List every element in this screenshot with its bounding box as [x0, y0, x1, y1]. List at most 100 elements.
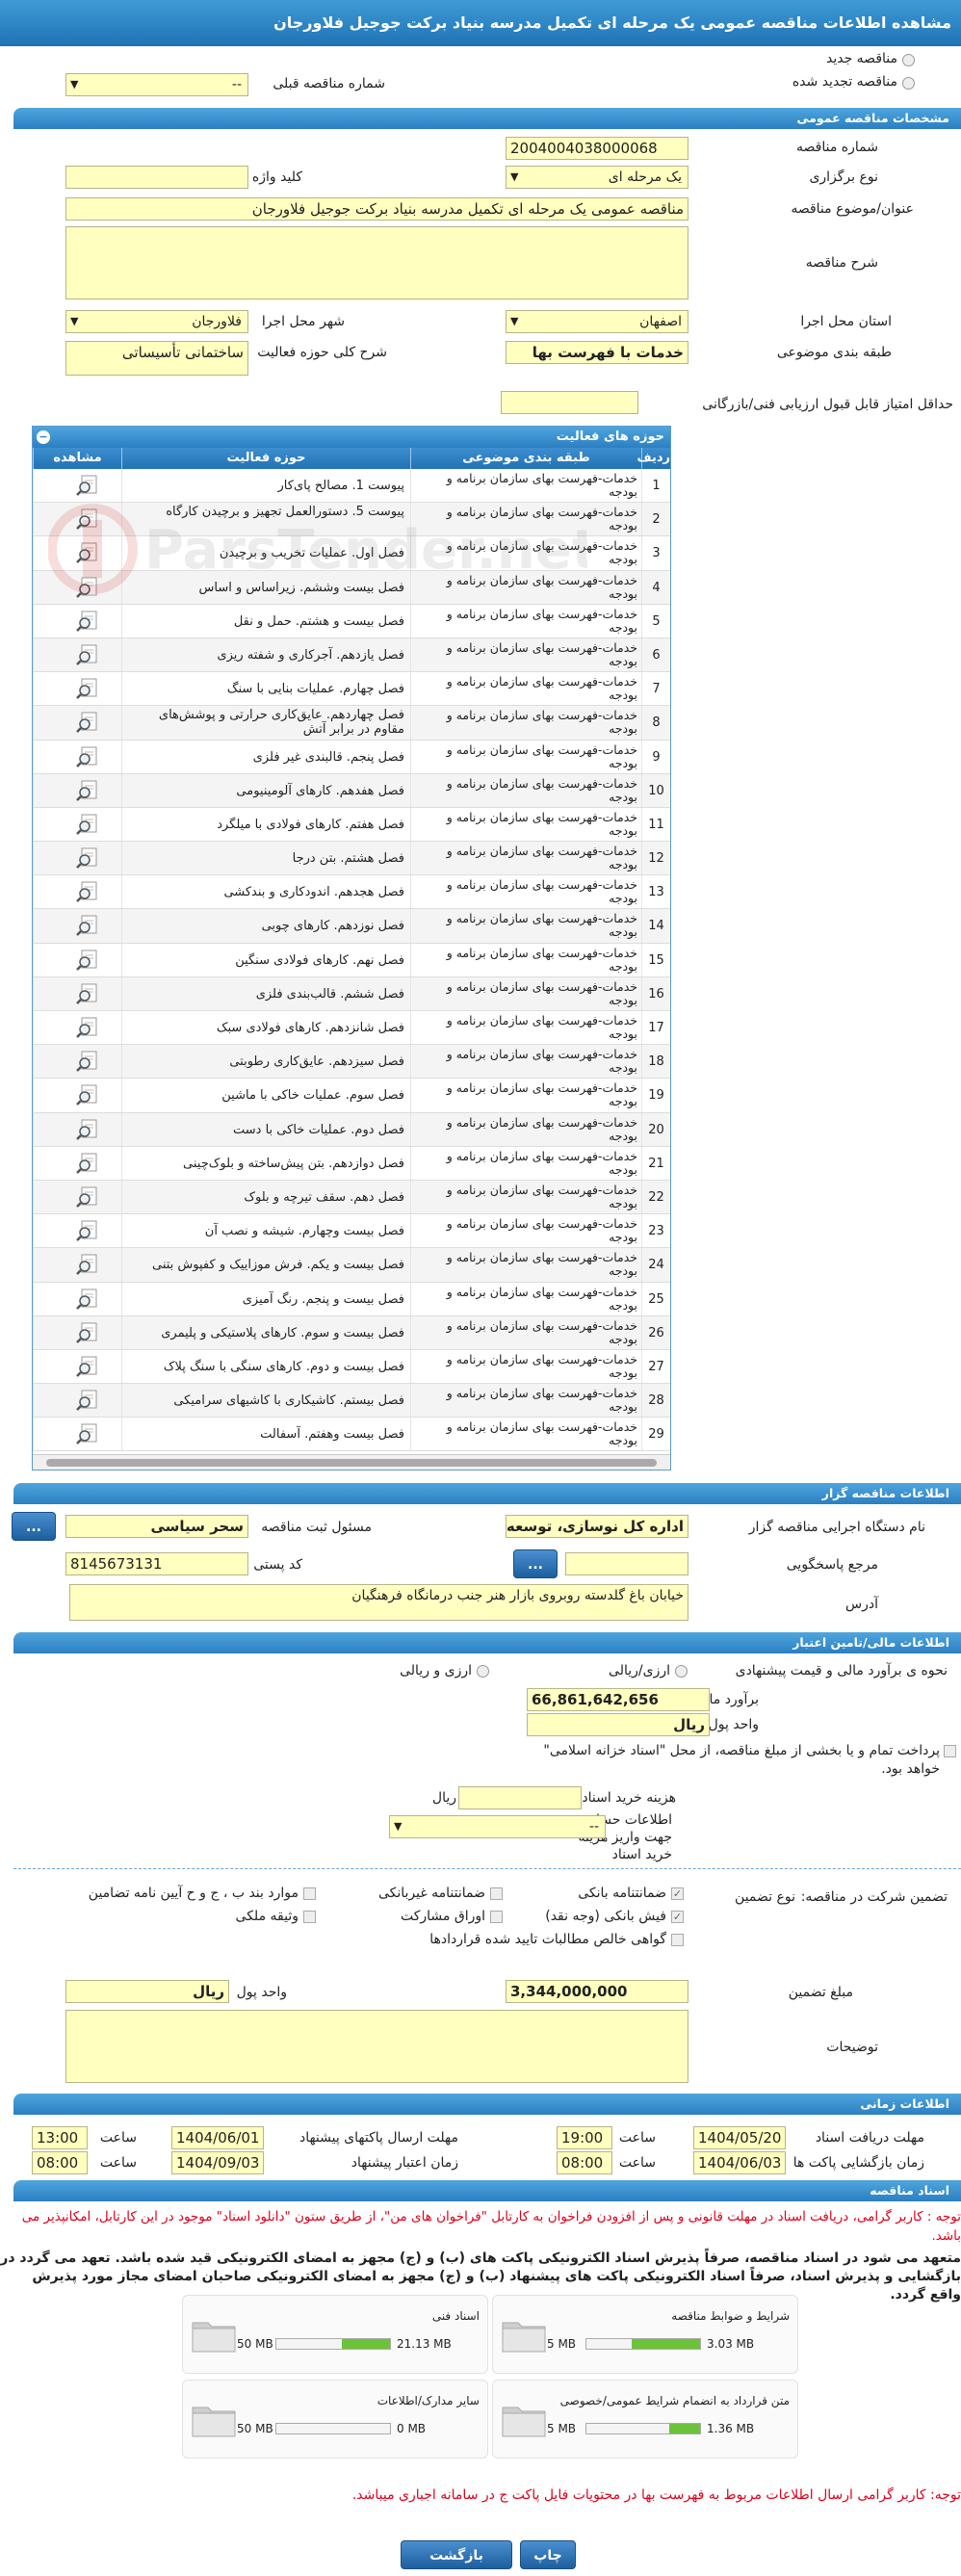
row-view-cell	[33, 740, 121, 773]
row-activity: فصل چهارم. عملیات بنایی با سنگ	[121, 672, 410, 706]
rial-option-label: ارزی/ریالی	[609, 1663, 670, 1678]
view-magnifier-icon[interactable]	[76, 678, 99, 700]
view-magnifier-icon[interactable]	[76, 950, 99, 971]
view-magnifier-icon[interactable]	[76, 1322, 99, 1343]
tender-title-field[interactable]: مناقصه عمومی یک مرحله ای تکمیل مدرسه بنی…	[65, 197, 688, 221]
view-magnifier-icon[interactable]	[76, 1084, 99, 1106]
view-magnifier-icon[interactable]	[76, 611, 99, 632]
view-magnifier-icon[interactable]	[76, 1254, 99, 1276]
document-progress-bar	[275, 2423, 391, 2434]
response-ref-more-button[interactable]: ...	[513, 1549, 558, 1578]
nonbank-guarantee-checkbox[interactable]	[490, 1887, 503, 1900]
cash-receipt-checkbox[interactable]: ✓	[671, 1911, 684, 1923]
fx-rial-radio[interactable]	[477, 1665, 489, 1678]
estimate-field[interactable]: 66,861,642,656	[527, 1688, 710, 1711]
row-category: خدمات-فهرست بهای سازمان برنامه و بودجه	[410, 1011, 641, 1045]
postal-code-field[interactable]: 8145673131	[65, 1552, 248, 1575]
prev-number-select[interactable]: -- ▼	[65, 73, 248, 96]
province-label: استان محل اجرا	[800, 314, 892, 329]
opening-time[interactable]: 08:00	[557, 2151, 612, 2174]
document-file-box[interactable]: متن قرارداد به انضمام شرایط عمومی/خصوصی 5…	[492, 2380, 798, 2459]
new-tender-label: مناقصه جدید	[825, 51, 897, 66]
view-magnifier-icon[interactable]	[76, 780, 99, 801]
table-row: 22 خدمات-فهرست بهای سازمان برنامه و بودجه…	[33, 1180, 670, 1215]
view-magnifier-icon[interactable]	[76, 1220, 99, 1242]
view-magnifier-icon[interactable]	[76, 847, 99, 869]
view-magnifier-icon[interactable]	[76, 644, 99, 665]
view-magnifier-icon[interactable]	[76, 881, 99, 903]
table-row: 5 خدمات-فهرست بهای سازمان برنامه و بودجه ف…	[33, 604, 670, 638]
province-select[interactable]: اصفهان ▼	[506, 310, 688, 333]
row-activity: فصل چهاردهم. عایق‌کاری حرارتی و پوشش‌های…	[121, 706, 410, 740]
min-score-field[interactable]	[501, 391, 638, 414]
currency-field[interactable]: ریال	[527, 1713, 710, 1736]
receivables-certificate-checkbox[interactable]	[671, 1934, 684, 1946]
renewed-tender-radio[interactable]	[902, 77, 915, 90]
tender-type-select[interactable]: یک مرحله ای ▼	[506, 166, 688, 189]
guarantee-currency-field[interactable]: ریال	[65, 1980, 229, 2003]
officer-more-button[interactable]: ...	[12, 1512, 56, 1541]
print-button[interactable]: چاپ	[520, 2540, 576, 2569]
view-magnifier-icon[interactable]	[76, 1390, 99, 1411]
treasury-checkbox[interactable]	[944, 1745, 956, 1757]
view-magnifier-icon[interactable]	[76, 1288, 99, 1310]
view-magnifier-icon[interactable]	[76, 1051, 99, 1073]
validity-time[interactable]: 08:00	[32, 2151, 88, 2174]
collapse-icon[interactable]: −	[37, 430, 50, 444]
view-magnifier-icon[interactable]	[76, 1153, 99, 1174]
guarantee-notes-field[interactable]	[65, 2010, 688, 2083]
tender-number-field[interactable]: 2004004038000068	[506, 137, 688, 160]
doc-fee-field[interactable]	[458, 1786, 582, 1809]
scope-field[interactable]: ساختمانی تأسیساتی	[65, 341, 248, 376]
document-file-box[interactable]: اسناد فنی 50 MB 21.13 MB	[182, 2295, 488, 2374]
document-file-box[interactable]: سایر مدارک/اطلاعات 50 MB 0 MB	[182, 2380, 488, 2459]
view-magnifier-icon[interactable]	[76, 915, 99, 937]
opening-date[interactable]: 1404/06/03	[693, 2151, 786, 2174]
receive-deadline-time[interactable]: 19:00	[557, 2126, 612, 2149]
document-file-size: 21.13 MB	[397, 2337, 452, 2351]
officer-field[interactable]: سحر سیاسی	[65, 1515, 248, 1538]
view-magnifier-icon[interactable]	[76, 1017, 99, 1038]
row-category: خدمات-فهرست بهای سازمان برنامه و بودجه	[410, 1214, 641, 1248]
property-collateral-checkbox[interactable]	[303, 1911, 316, 1923]
view-magnifier-icon[interactable]	[76, 746, 99, 768]
view-magnifier-icon[interactable]	[76, 1119, 99, 1140]
regulation-items-label: موارد بند ب ، ج و ح آیین نامه تضامین	[88, 1886, 299, 1901]
send-deadline-date[interactable]: 1404/06/01	[171, 2126, 264, 2149]
back-button[interactable]: بازگشت	[401, 2540, 512, 2569]
validity-date[interactable]: 1404/09/03	[171, 2151, 264, 2174]
row-number: 28	[641, 1384, 670, 1418]
receive-deadline-date[interactable]: 1404/05/20	[693, 2126, 786, 2149]
document-file-box[interactable]: شرایط و ضوابط مناقصه 5 MB 3.03 MB	[492, 2295, 798, 2374]
city-select[interactable]: فلاورجان ▼	[65, 310, 248, 333]
row-number: 20	[641, 1112, 670, 1146]
view-magnifier-icon[interactable]	[76, 814, 99, 835]
horizontal-scrollbar[interactable]	[33, 1454, 670, 1470]
description-field[interactable]	[65, 226, 688, 299]
row-view-cell	[33, 773, 121, 807]
folder-icon	[502, 2322, 546, 2353]
guarantee-label: تضمین شرکت در مناقصه:	[800, 1889, 948, 1905]
category-field[interactable]: خدمات با فهرست بها	[506, 341, 688, 364]
row-view-cell	[33, 637, 121, 672]
agency-field[interactable]: اداره کل نوسازی، توسعه و	[506, 1515, 688, 1538]
guarantee-amount-field[interactable]: 3,344,000,000	[506, 1980, 688, 2003]
view-magnifier-icon[interactable]	[76, 1186, 99, 1208]
address-field[interactable]: خیابان باغ گلدسته روبروی بازار هنر جنب د…	[69, 1584, 688, 1621]
row-activity: فصل دهم. سقف تیرچه و بلوک	[121, 1180, 410, 1214]
row-activity: فصل پنجم. قالبندی غیر فلزی	[121, 740, 410, 773]
view-magnifier-icon[interactable]	[76, 983, 99, 1004]
keyword-field[interactable]	[65, 166, 248, 189]
bonds-checkbox[interactable]	[490, 1911, 503, 1923]
account-select[interactable]: -- ▼	[389, 1815, 606, 1838]
response-ref-field[interactable]	[565, 1552, 688, 1575]
rial-radio[interactable]	[675, 1665, 688, 1678]
new-tender-radio[interactable]	[902, 54, 915, 66]
view-magnifier-icon[interactable]	[76, 1356, 99, 1377]
doc-fee-label: هزینه خرید اسناد	[582, 1790, 676, 1806]
bank-guarantee-checkbox[interactable]: ✓	[671, 1887, 684, 1900]
regulation-items-checkbox[interactable]	[303, 1887, 316, 1900]
view-magnifier-icon[interactable]	[76, 712, 99, 734]
send-deadline-time[interactable]: 13:00	[32, 2126, 88, 2149]
view-magnifier-icon[interactable]	[76, 1423, 99, 1445]
